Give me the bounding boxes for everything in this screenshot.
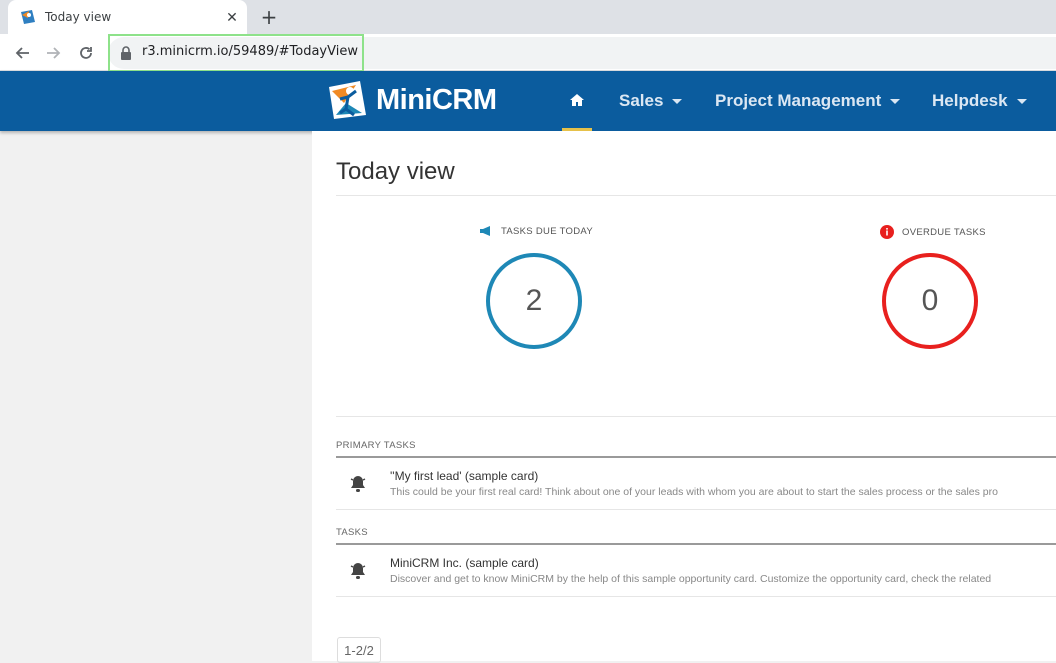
primary-tasks-heading: PRIMARY TASKS — [336, 440, 416, 451]
tasks-due-today-number: 2 — [525, 284, 543, 317]
task-description: This could be your first real card! Thin… — [390, 486, 998, 498]
arrow-right-icon — [47, 47, 61, 59]
nav-helpdesk-label: Helpdesk — [932, 91, 1008, 110]
tasks-heading: TASKS — [336, 527, 368, 538]
arrow-left-icon — [15, 47, 29, 59]
overdue-tasks-text: OVERDUE TASKS — [902, 226, 986, 238]
browser-tab[interactable]: Today view ✕ — [8, 0, 247, 34]
minicrm-logo[interactable]: MiniCRM — [326, 79, 497, 121]
overdue-tasks-number: 0 — [921, 284, 939, 317]
task-title[interactable]: ''My first lead' (sample card) — [390, 469, 538, 483]
list-item[interactable]: MiniCRM Inc. (sample card) Discover and … — [336, 545, 1056, 597]
overdue-tasks-label: OVERDUE TASKS — [880, 225, 986, 239]
new-tab-button[interactable]: + — [258, 6, 280, 28]
nav-project-management[interactable]: Project Management — [715, 71, 901, 131]
chevron-down-icon — [1016, 98, 1027, 104]
chevron-down-icon — [890, 98, 901, 104]
nav-helpdesk[interactable]: Helpdesk — [932, 71, 1027, 131]
browser-toolbar: r3.minicrm.io/59489/#TodayView — [0, 34, 1056, 72]
tasks-due-today-count[interactable]: 2 — [486, 253, 582, 349]
home-icon — [570, 93, 584, 106]
page-title: Today view — [336, 158, 455, 185]
title-divider — [336, 195, 1056, 196]
reload-button[interactable] — [74, 41, 98, 65]
app-header: MiniCRM Sales Project Management Helpdes… — [0, 71, 1056, 131]
address-highlight — [108, 34, 364, 72]
alert-icon — [880, 225, 894, 239]
nav-sales[interactable]: Sales — [619, 71, 683, 131]
overdue-tasks-count[interactable]: 0 — [882, 253, 978, 349]
logo-text: MiniCRM — [376, 83, 497, 116]
browser-tabstrip: Today view ✕ + — [0, 0, 1056, 34]
tasks-due-today-text: TASKS DUE TODAY — [501, 225, 593, 237]
megaphone-icon — [480, 226, 490, 236]
nav-project-management-label: Project Management — [715, 91, 882, 110]
list-item[interactable]: ''My first lead' (sample card) This coul… — [336, 458, 1056, 510]
section-divider — [336, 416, 1056, 417]
nav-sales-label: Sales — [619, 91, 664, 110]
bell-icon — [350, 563, 366, 579]
chevron-down-icon — [672, 98, 683, 104]
nav-home[interactable] — [562, 71, 592, 131]
pagination[interactable]: 1-2/2 — [337, 637, 381, 663]
tasks-due-today-label: TASKS DUE TODAY — [479, 225, 593, 237]
task-title[interactable]: MiniCRM Inc. (sample card) — [390, 556, 539, 570]
tab-title: Today view — [45, 10, 112, 24]
tab-close-icon[interactable]: ✕ — [223, 8, 241, 26]
forward-button[interactable] — [42, 41, 66, 65]
minicrm-logo-icon — [329, 81, 366, 119]
bell-icon — [350, 476, 366, 492]
reload-icon — [80, 47, 92, 59]
back-button[interactable] — [10, 41, 34, 65]
task-description: Discover and get to know MiniCRM by the … — [390, 573, 992, 585]
minicrm-favicon-icon — [21, 10, 35, 24]
